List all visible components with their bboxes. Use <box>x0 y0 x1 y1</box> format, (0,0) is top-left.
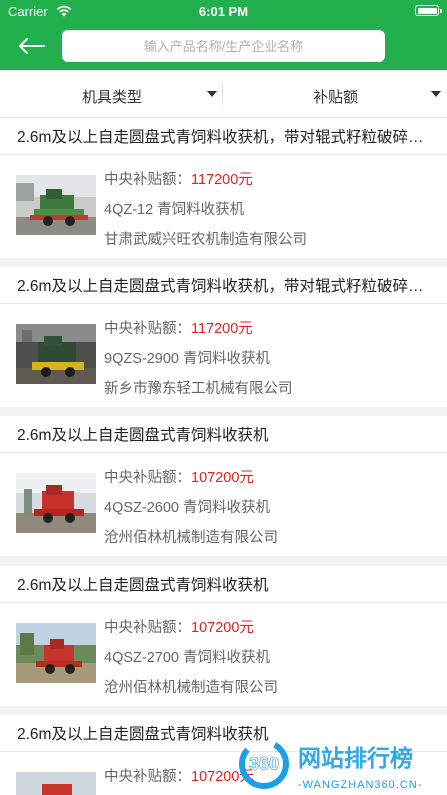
product-model: 9QZS-2900 青饲料收获机 <box>104 351 270 367</box>
top-bar: Carrier 6:01 PM <box>0 0 447 70</box>
divider <box>0 452 447 453</box>
subsidy-amount: 117200元 <box>191 321 253 337</box>
harvester-photo <box>16 772 96 795</box>
product-model: 4QSZ-2700 青饲料收获机 <box>104 650 270 666</box>
divider <box>0 303 447 304</box>
clock: 6:01 PM <box>198 4 249 19</box>
watermark-url: -WANGZHAN360.CN- <box>298 779 422 791</box>
subsidy-amount: 117200元 <box>191 172 253 188</box>
watermark-badge: 360 <box>249 754 279 774</box>
subsidy-row: 中央补贴额：107200元 <box>104 765 254 786</box>
product-title: 2.6m及以上自走圆盘式青饲料收获机，带对辊式籽粒破碎装置 <box>17 278 427 295</box>
red-harvester-field-photo <box>16 623 96 683</box>
product-company: 新乡市豫东轻工机械有限公司 <box>104 381 293 397</box>
subsidy-label: 中央补贴额： <box>104 321 191 337</box>
watermark-title: 网站排行榜 <box>298 745 413 772</box>
subsidy-label: 中央补贴额： <box>104 470 191 486</box>
filter-subsidy[interactable]: 补贴额 <box>223 70 446 117</box>
subsidy-row: 中央补贴额：117200元 <box>104 317 253 338</box>
product-model: 4QZ-12 青饲料收获机 <box>104 202 245 218</box>
filter-subsidy-label: 补贴额 <box>313 89 359 106</box>
search-input[interactable] <box>62 30 385 62</box>
green-harvester-photo <box>16 175 96 235</box>
product-title: 2.6m及以上自走圆盘式青饲料收获机 <box>17 427 269 444</box>
product-company: 沧州佰林机械制造有限公司 <box>104 530 278 546</box>
subsidy-amount: 107200元 <box>191 620 254 636</box>
battery-icon <box>415 5 442 16</box>
product-card[interactable]: 2.6m及以上自走圆盘式青饲料收获机 中央补贴额：107200元 4QSZ-27… <box>0 566 447 706</box>
subsidy-row: 中央补贴额：117200元 <box>104 168 253 189</box>
subsidy-label: 中央补贴额： <box>104 769 191 785</box>
subsidy-row: 中央补贴额：107200元 <box>104 616 254 637</box>
red-harvester-photo <box>16 473 96 533</box>
subsidy-label: 中央补贴额： <box>104 620 191 636</box>
yellow-harvester-photo <box>16 324 96 384</box>
battery-level <box>417 7 437 14</box>
caret-down-icon <box>207 91 217 97</box>
filter-machine-type-label: 机具类型 <box>82 89 143 106</box>
back-arrow-icon[interactable] <box>18 36 46 56</box>
product-company: 沧州佰林机械制造有限公司 <box>104 680 278 696</box>
status-bar: Carrier 6:01 PM <box>0 0 447 24</box>
product-card[interactable]: 2.6m及以上自走圆盘式青饲料收获机 中央补贴额：107200元 4QSZ-26… <box>0 416 447 556</box>
subsidy-row: 中央补贴额：107200元 <box>104 466 254 487</box>
caret-down-icon <box>431 91 441 97</box>
filter-bar: 机具类型 补贴额 <box>0 70 447 118</box>
divider <box>0 154 447 155</box>
product-model: 4QSZ-2600 青饲料收获机 <box>104 500 270 516</box>
divider <box>0 602 447 603</box>
watermark-logo: 360 网站排行榜 -WANGZHAN360.CN- <box>239 739 422 791</box>
product-company: 甘肃武威兴旺农机制造有限公司 <box>104 232 307 248</box>
product-title: 2.6m及以上自走圆盘式青饲料收获机，带对辊式籽粒破碎装置 <box>17 129 427 146</box>
product-card[interactable]: 2.6m及以上自走圆盘式青饲料收获机，带对辊式籽粒破碎装置 中央补贴额：1172… <box>0 267 447 407</box>
filter-machine-type[interactable]: 机具类型 <box>0 70 223 117</box>
product-title: 2.6m及以上自走圆盘式青饲料收获机 <box>17 577 269 594</box>
subsidy-label: 中央补贴额： <box>104 172 191 188</box>
product-card[interactable]: 2.6m及以上自走圆盘式青饲料收获机，带对辊式籽粒破碎装置 中央补贴额：1172… <box>0 118 447 258</box>
subsidy-amount: 107200元 <box>191 470 254 486</box>
